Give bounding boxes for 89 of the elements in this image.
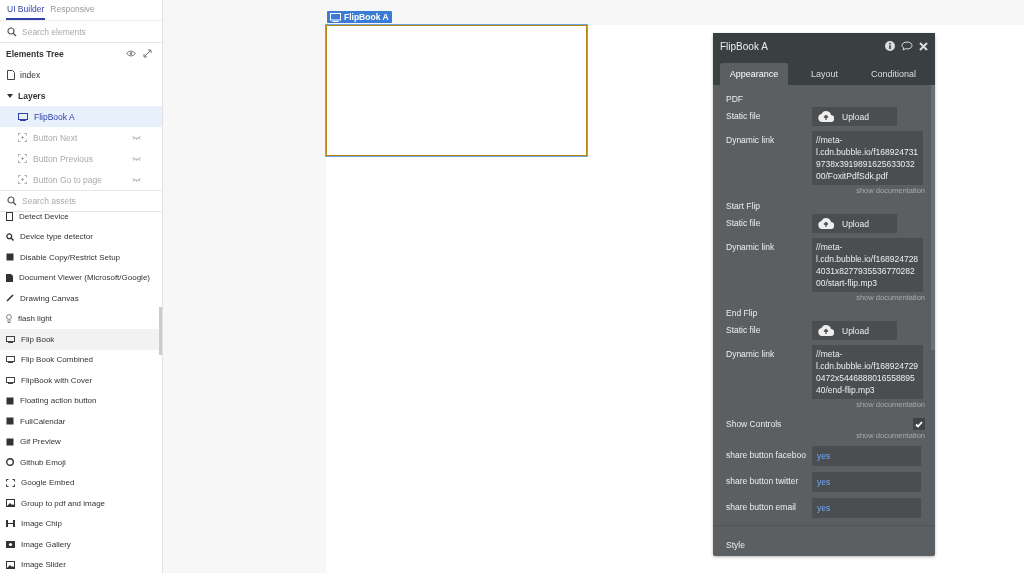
section-title: End Flip xyxy=(726,308,759,320)
asset-item[interactable]: Group to pdf and image xyxy=(0,493,162,514)
button-element-icon xyxy=(18,154,27,163)
asset-item[interactable]: Image Chip xyxy=(0,513,162,534)
asset-item[interactable]: flash light xyxy=(0,308,162,329)
asset-item[interactable]: FullCalendar xyxy=(0,411,162,432)
monitor-icon xyxy=(6,335,15,343)
sidebar-tab[interactable]: UI Builder xyxy=(6,0,46,20)
dynamic-link-field[interactable]: //meta-l.cdn.bubble.io/f1689247284031x827793553677028200/start-flip.mp3 xyxy=(812,238,923,292)
image-icon xyxy=(6,560,15,569)
asset-item[interactable]: Device type detector xyxy=(0,226,162,247)
button-element-icon xyxy=(18,175,27,184)
pencil-icon xyxy=(6,294,14,303)
asset-item[interactable]: Detect Device xyxy=(0,212,162,227)
property-label: Dynamic link xyxy=(726,241,776,252)
expand-icon[interactable] xyxy=(143,49,152,58)
comment-icon[interactable] xyxy=(901,41,913,51)
tree-item[interactable]: Layers xyxy=(0,85,162,106)
search-icon xyxy=(7,26,17,37)
button-element-icon xyxy=(18,133,27,142)
square-icon xyxy=(6,437,14,446)
asset-item[interactable]: Image Gallery xyxy=(0,534,162,555)
embed-icon xyxy=(6,478,15,487)
value-field[interactable]: yes xyxy=(812,446,921,466)
page-icon xyxy=(7,69,15,80)
document-icon xyxy=(6,273,13,282)
property-label: Static file xyxy=(726,110,762,121)
asset-item[interactable]: FlipBook with Cover xyxy=(0,370,162,391)
property-label: Dynamic link xyxy=(726,134,776,145)
monitor-icon xyxy=(6,376,15,384)
property-label: Static file xyxy=(726,217,762,228)
image-icon xyxy=(6,499,15,508)
section-title: Start Flip xyxy=(726,201,761,213)
property-label: share button faceboo xyxy=(726,449,807,460)
layer-item[interactable]: FlipBook A xyxy=(0,106,162,127)
cloud-upload-icon xyxy=(818,325,834,336)
section-title: Style xyxy=(713,525,935,556)
asset-item[interactable]: Floating action button xyxy=(0,390,162,411)
property-label: Dynamic link xyxy=(726,348,776,359)
close-icon[interactable] xyxy=(919,41,928,51)
square-icon xyxy=(6,417,14,426)
asset-item[interactable]: Github Emoji xyxy=(0,452,162,473)
monitor-icon xyxy=(6,356,15,364)
square-icon xyxy=(6,253,14,262)
property-label: share button email xyxy=(726,501,797,512)
checkbox[interactable] xyxy=(913,418,925,430)
panel-tab[interactable]: Conditional xyxy=(859,63,928,85)
monitor-icon xyxy=(18,112,28,121)
upload-button[interactable]: Upload xyxy=(812,214,897,233)
scrollbar[interactable] xyxy=(931,85,935,350)
info-icon[interactable] xyxy=(885,41,895,51)
value-field[interactable]: yes xyxy=(812,472,921,492)
eye-icon[interactable] xyxy=(126,50,136,57)
property-label: share button twitter xyxy=(726,475,800,486)
asset-item[interactable]: Gif Preview xyxy=(0,431,162,452)
property-label: Static file xyxy=(726,324,762,335)
flipbook-element[interactable] xyxy=(326,25,587,156)
panel-title: FlipBook A xyxy=(720,40,769,52)
dynamic-link-field[interactable]: //meta-l.cdn.bubble.io/f1689247290472x544688801655889540/end-flip.mp3 xyxy=(812,345,923,399)
monitor-icon xyxy=(330,12,341,22)
github-icon xyxy=(6,458,14,467)
search-icon xyxy=(7,196,17,206)
square-icon xyxy=(6,396,14,405)
panel-title: Elements Tree xyxy=(6,48,65,59)
device-icon xyxy=(6,212,13,221)
cloud-upload-icon xyxy=(818,111,834,122)
panel-tab[interactable]: Appearance xyxy=(720,63,788,85)
asset-item[interactable]: Flip Book Combined xyxy=(0,349,162,370)
upload-button[interactable]: Upload xyxy=(812,321,897,340)
upload-button[interactable]: Upload xyxy=(812,107,897,126)
section-title: PDF xyxy=(726,94,744,106)
tree-item[interactable]: index xyxy=(0,64,162,85)
asset-item[interactable]: Flip Book xyxy=(0,329,162,350)
asset-item[interactable]: Image Slider xyxy=(0,554,162,573)
chip-icon xyxy=(6,520,15,528)
camera-icon xyxy=(6,540,15,549)
asset-item[interactable]: Document Viewer (Microsoft/Google) xyxy=(0,267,162,288)
value-field[interactable]: yes xyxy=(812,498,921,518)
asset-item[interactable]: Drawing Canvas xyxy=(0,288,162,309)
panel-tab[interactable]: Layout xyxy=(790,63,859,85)
property-label: Show Controls xyxy=(726,419,783,429)
scrollbar[interactable] xyxy=(159,307,162,355)
asset-item[interactable]: Disable Copy/Restrict Setup xyxy=(0,247,162,268)
search-icon xyxy=(6,232,14,241)
asset-item[interactable]: Google Embed xyxy=(0,472,162,493)
dynamic-link-field[interactable]: //meta-l.cdn.bubble.io/f1689247319738x391989162563303200/FoxitPdfSdk.pdf xyxy=(812,131,923,185)
cloud-upload-icon xyxy=(818,218,834,229)
element-tag: FlipBook A xyxy=(327,11,392,23)
lightbulb-icon xyxy=(6,314,12,324)
